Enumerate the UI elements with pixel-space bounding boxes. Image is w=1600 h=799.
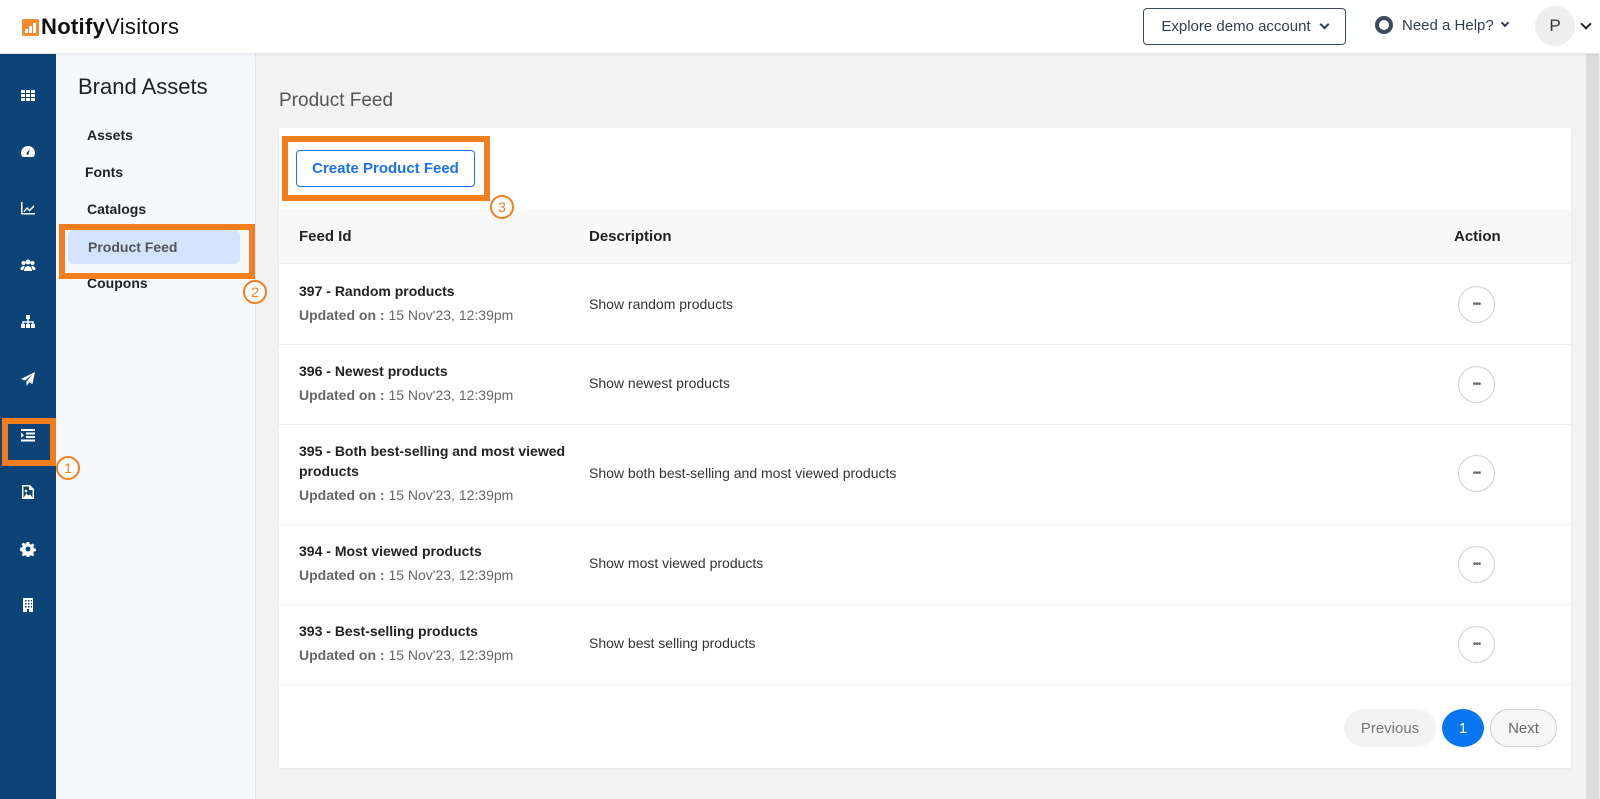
feed-id: 395	[299, 443, 323, 459]
rail-item-journeys[interactable]	[0, 302, 56, 342]
help-dropdown[interactable]: Need a Help?	[1375, 16, 1509, 34]
explore-demo-account-dropdown[interactable]: Explore demo account	[1143, 8, 1346, 45]
feed-description: Show random products	[589, 296, 733, 312]
column-header-feed-id: Feed Id	[299, 228, 352, 245]
sidebar-title: Brand Assets	[78, 74, 208, 99]
feed-id: 396	[299, 363, 323, 379]
rail-item-account[interactable]	[0, 585, 56, 625]
brand-assets-sidebar: Brand Assets Assets Fonts Catalogs Produ…	[56, 54, 256, 799]
top-header: NotifyVisitors Explore demo account Need…	[0, 0, 1600, 54]
feed-name: Most viewed products	[334, 543, 482, 559]
paper-plane-icon	[21, 372, 35, 386]
user-avatar[interactable]: P	[1535, 6, 1575, 46]
feed-id-cell: 396 - Newest products Updated on : 15 No…	[299, 363, 514, 403]
create-product-feed-button[interactable]: Create Product Feed	[296, 150, 475, 187]
updated-date: 15 Nov'23, 12:39pm	[388, 647, 514, 663]
dashboard-gauge-icon	[21, 146, 35, 157]
row-actions-button[interactable]: •••	[1458, 626, 1495, 663]
feed-description: Show newest products	[589, 375, 730, 391]
row-actions-button[interactable]: •••	[1458, 546, 1495, 583]
table-row: 395 - Both best-selling and most viewed …	[279, 425, 1571, 525]
page-scrollbar-thumb[interactable]	[1587, 54, 1599, 799]
explore-label: Explore demo account	[1161, 18, 1311, 35]
updated-label: Updated on :	[299, 387, 385, 403]
more-horizontal-icon: •••	[1472, 468, 1481, 479]
more-horizontal-icon: •••	[1472, 299, 1481, 310]
more-horizontal-icon: •••	[1472, 379, 1481, 390]
chevron-down-icon	[1500, 18, 1509, 28]
analytics-chart-icon	[21, 202, 35, 215]
more-horizontal-icon: •••	[1472, 639, 1481, 650]
feed-description: Show both best-selling and most viewed p…	[589, 465, 897, 481]
feed-description: Show best selling products	[589, 635, 756, 651]
highlight-box-step-2	[59, 224, 255, 279]
brand-logo[interactable]: NotifyVisitors	[22, 14, 179, 40]
pagination-page-1[interactable]: 1	[1442, 709, 1484, 747]
feed-id-cell: 393 - Best-selling products Updated on :…	[299, 623, 514, 663]
highlight-box-step-1	[2, 418, 56, 466]
rail-item-analytics[interactable]	[0, 188, 56, 228]
feed-id: 397	[299, 283, 323, 299]
rail-item-audience[interactable]	[0, 245, 56, 285]
sidebar-item-catalogs[interactable]: Catalogs	[67, 190, 242, 227]
updated-date: 15 Nov'23, 12:39pm	[388, 387, 514, 403]
chevron-down-icon	[1319, 19, 1330, 30]
row-actions-button[interactable]: •••	[1458, 366, 1495, 403]
sidebar-item-assets[interactable]: Assets	[67, 116, 242, 153]
feed-id: 394	[299, 543, 323, 559]
updated-label: Updated on :	[299, 487, 385, 503]
help-label: Need a Help?	[1402, 16, 1494, 34]
page-title: Product Feed	[279, 90, 394, 111]
rail-item-campaigns[interactable]	[0, 359, 56, 399]
sidebar-item-fonts[interactable]: Fonts	[67, 153, 242, 190]
feed-name: Newest products	[334, 363, 448, 379]
pagination-next-button[interactable]: Next	[1490, 709, 1557, 747]
feed-name: Random products	[334, 283, 455, 299]
feed-id-cell: 395 - Both best-selling and most viewed …	[299, 443, 566, 503]
column-header-description: Description	[589, 228, 672, 245]
table-row: 397 - Random products Updated on : 15 No…	[279, 265, 1571, 345]
users-icon	[20, 259, 36, 271]
feed-id-cell: 397 - Random products Updated on : 15 No…	[299, 283, 514, 323]
row-actions-button[interactable]: •••	[1458, 286, 1495, 323]
building-icon	[23, 598, 33, 612]
table-header: Feed Id Description Action	[279, 210, 1571, 264]
column-header-action: Action	[1454, 228, 1501, 245]
brand-name-bold: Notify	[41, 14, 106, 39]
table-row: 393 - Best-selling products Updated on :…	[279, 605, 1571, 685]
brand-name-regular: Visitors	[105, 14, 180, 39]
row-actions-button[interactable]: •••	[1458, 455, 1495, 492]
step-badge-3: 3	[490, 195, 514, 219]
table-row: 394 - Most viewed products Updated on : …	[279, 525, 1571, 605]
grid-icon	[21, 90, 35, 101]
updated-date: 15 Nov'23, 12:39pm	[388, 567, 514, 583]
table-row: 396 - Newest products Updated on : 15 No…	[279, 345, 1571, 425]
image-file-icon	[22, 485, 34, 499]
feed-description: Show most viewed products	[589, 555, 764, 571]
logo-chart-icon	[22, 18, 39, 36]
rail-item-settings[interactable]	[0, 529, 56, 569]
sitemap-icon	[21, 315, 35, 328]
updated-date: 15 Nov'23, 12:39pm	[388, 307, 514, 323]
chevron-down-icon[interactable]	[1580, 18, 1592, 30]
more-horizontal-icon: •••	[1472, 559, 1481, 570]
feed-name: Best-selling products	[334, 623, 478, 639]
rail-item-media[interactable]	[0, 472, 56, 512]
feed-id: 393	[299, 623, 323, 639]
lifebuoy-icon	[1375, 16, 1393, 34]
updated-label: Updated on :	[299, 307, 385, 323]
updated-label: Updated on :	[299, 647, 385, 663]
feed-name: Both best-selling and most viewed produc…	[299, 443, 566, 479]
rail-item-dashboard[interactable]	[0, 132, 56, 172]
updated-label: Updated on :	[299, 567, 385, 583]
feed-id-cell: 394 - Most viewed products Updated on : …	[299, 543, 514, 583]
pagination-previous-button[interactable]: Previous	[1344, 709, 1436, 747]
rail-item-apps[interactable]	[0, 75, 56, 115]
updated-date: 15 Nov'23, 12:39pm	[388, 487, 514, 503]
step-badge-2: 2	[243, 280, 267, 304]
step-badge-1: 1	[56, 456, 80, 480]
gear-icon	[20, 542, 36, 557]
